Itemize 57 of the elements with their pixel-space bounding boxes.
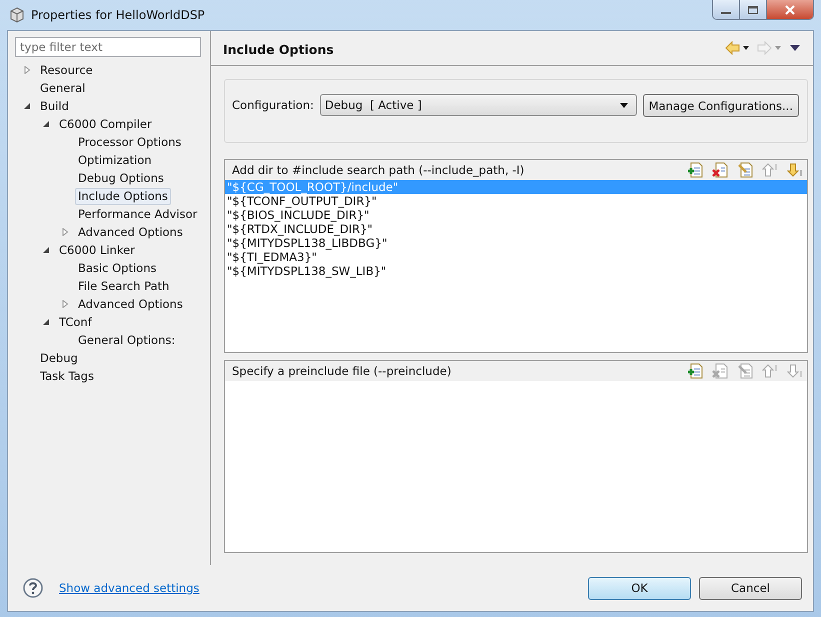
list-item[interactable]: "${TI_EDMA3}" [225,250,807,264]
tree-item[interactable]: Advanced Options [75,224,186,240]
tree-item[interactable]: Include Options [75,188,171,204]
collapsed-triangle-icon[interactable] [61,300,69,308]
expanded-triangle-icon[interactable] [23,102,31,110]
add-icon[interactable] [687,362,703,378]
maximize-icon [747,4,759,14]
dialog-button[interactable]: Cancel [699,576,802,600]
collapsed-triangle-icon[interactable] [23,66,31,74]
expanded-triangle-icon[interactable] [42,246,50,254]
tree-item[interactable]: Processor Options [75,134,184,150]
filter-field[interactable]: type filter text [15,37,201,57]
add-icon[interactable] [687,162,703,178]
tree-item[interactable]: Advanced Options [75,296,186,312]
move-down-icon[interactable] [787,162,803,178]
list-item[interactable]: "${RTDX_INCLUDE_DIR}" [225,222,807,236]
manage-configurations-button[interactable]: Manage Configurations... [642,94,799,117]
dialog-button[interactable]: OK [588,576,691,600]
configuration-label: Configuration: [232,97,314,114]
tree-item[interactable]: General Options: [75,332,178,348]
list-item[interactable]: "${TCONF_OUTPUT_DIR}" [225,194,807,208]
expanded-triangle-icon[interactable] [42,120,50,128]
close-icon [784,4,796,14]
list-item[interactable]: "${BIOS_INCLUDE_DIR}" [225,208,807,222]
tree-item[interactable]: Resource [37,62,96,78]
tree-item[interactable]: Performance Advisor [75,206,200,222]
minimize-icon [721,12,731,14]
tree-item[interactable]: TConf [56,314,95,330]
back-arrow-icon[interactable] [725,41,751,55]
tree-item[interactable]: C6000 Linker [56,242,138,258]
expanded-triangle-icon[interactable] [42,318,50,326]
tree-item[interactable]: Task Tags [37,368,97,384]
edit-icon[interactable] [737,162,753,178]
list-title: Add dir to #include search path (--include_path, -I) [232,163,524,177]
collapsed-triangle-icon[interactable] [61,228,69,236]
configuration-dropdown[interactable]: Debug [ Active ] [320,94,637,116]
caret-icon [620,102,628,108]
tree-item[interactable]: Debug Options [75,170,167,186]
page-title: Include Options [223,42,334,56]
list-item[interactable]: "${MITYDSPL138_SW_LIB}" [225,264,807,278]
tree-item[interactable]: Basic Options [75,260,160,276]
tree-item[interactable]: C6000 Compiler [56,116,155,132]
app-icon [9,7,25,23]
window-title: Properties for HelloWorldDSP [31,8,205,22]
tree-item[interactable]: Debug [37,350,81,366]
maximize-button[interactable] [740,0,767,19]
minimize-button[interactable] [713,0,740,19]
delete-icon[interactable] [712,162,728,178]
tree-item[interactable]: Optimization [75,152,155,168]
close-button[interactable] [767,0,813,19]
list-item[interactable]: "${MITYDSPL138_LIBDBG}" [225,236,807,250]
tree-item[interactable]: General [37,80,88,96]
tree-item[interactable]: Build [37,98,72,114]
help-icon[interactable] [23,578,43,598]
tree-item[interactable]: File Search Path [75,278,172,294]
list-title: Specify a preinclude file (--preinclude) [232,364,452,378]
show-advanced-settings-link[interactable]: Show advanced settings [59,581,200,595]
